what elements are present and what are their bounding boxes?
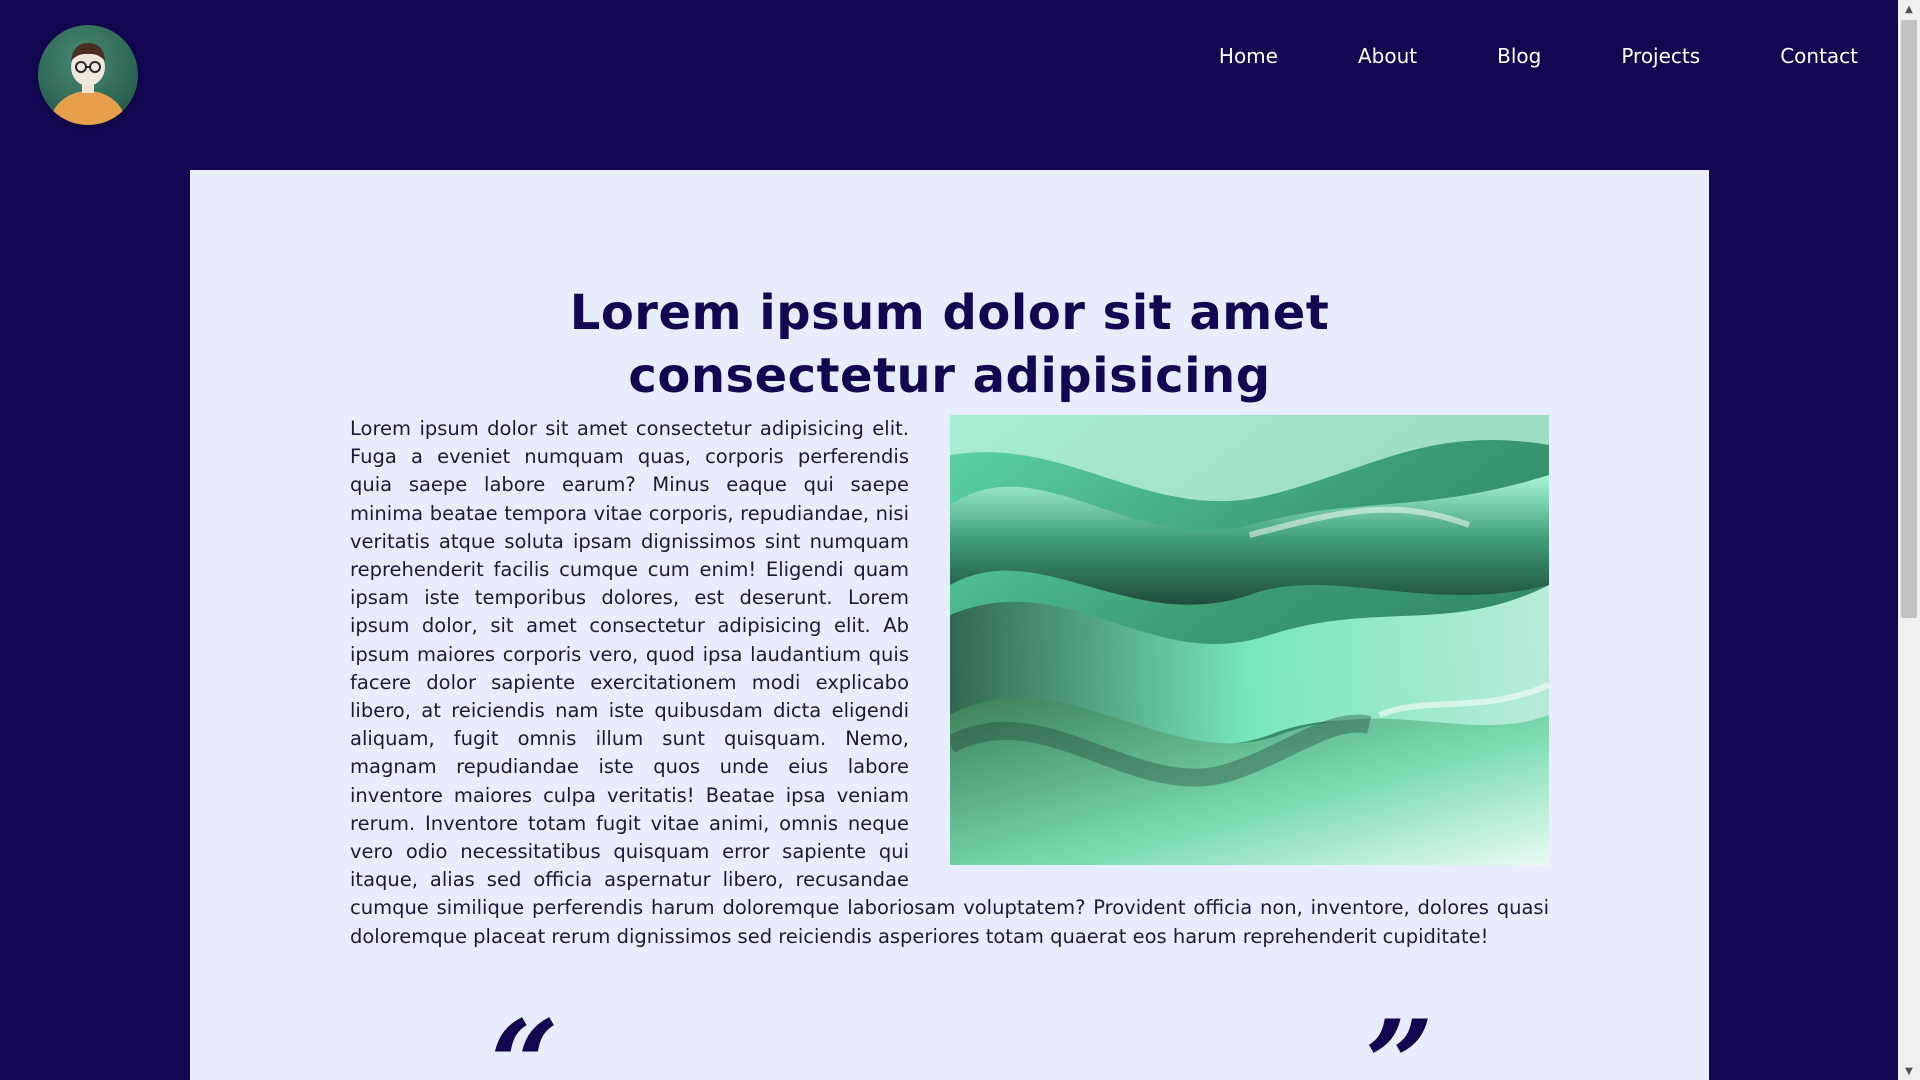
- page-title-text: Lorem ipsum dolor sit amet consectetur a…: [569, 285, 1330, 405]
- scroll-thumb[interactable]: [1901, 20, 1917, 618]
- hero-image: [950, 415, 1549, 865]
- nav-about[interactable]: About: [1358, 44, 1417, 68]
- quote-open-icon: “: [490, 994, 560, 1080]
- scroll-down-arrow-icon[interactable]: ▼: [1898, 1062, 1920, 1080]
- avatar-icon: [50, 43, 126, 125]
- content-panel: Lorem ipsum dolor sit amet consectetur a…: [190, 170, 1709, 1080]
- nav-projects[interactable]: Projects: [1621, 44, 1700, 68]
- quote-close-icon: ”: [1365, 994, 1435, 1080]
- green-waves-image-icon: [950, 415, 1549, 865]
- main-nav: Home About Blog Projects Contact: [1139, 44, 1858, 68]
- avatar[interactable]: [38, 25, 138, 125]
- nav-blog[interactable]: Blog: [1497, 44, 1541, 68]
- nav-contact[interactable]: Contact: [1780, 44, 1858, 68]
- scroll-up-arrow-icon[interactable]: ▲: [1898, 0, 1920, 18]
- site-header: Home About Blog Projects Contact: [0, 0, 1898, 170]
- page: Home About Blog Projects Contact Lorem i…: [0, 0, 1920, 1080]
- page-title: Lorem ipsum dolor sit amet consectetur a…: [190, 282, 1709, 408]
- article-body: Lorem ipsum dolor sit amet consectetur a…: [350, 415, 1549, 951]
- scrollbar[interactable]: ▲ ▼: [1898, 0, 1920, 1080]
- nav-home[interactable]: Home: [1219, 44, 1278, 68]
